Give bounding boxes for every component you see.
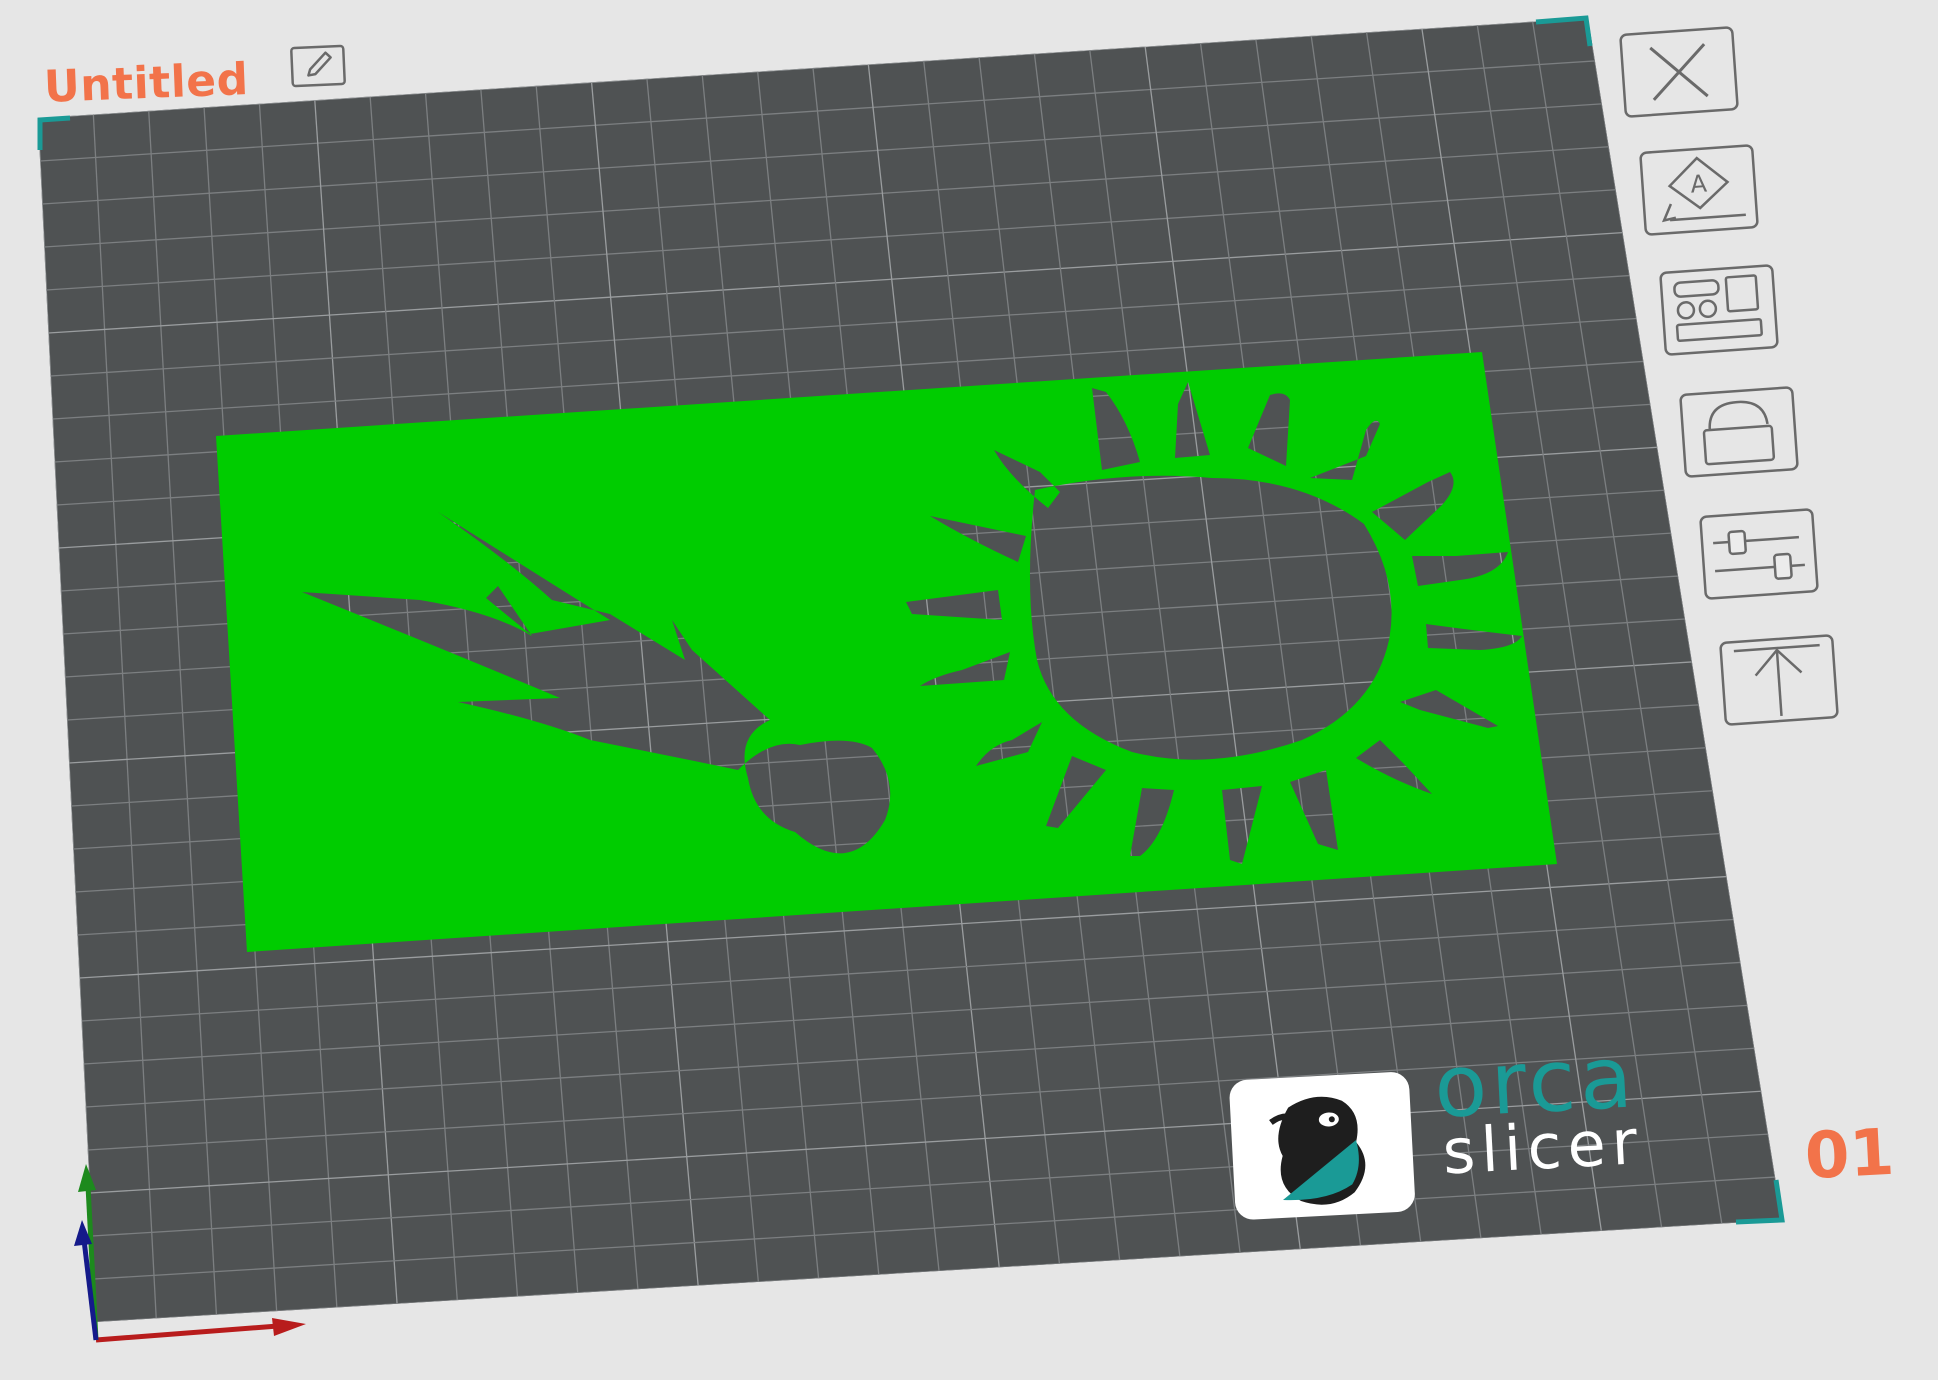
svg-text:A: A [1689,169,1708,198]
lock-button[interactable] [1677,384,1801,480]
move-plate-to-top-button[interactable] [1717,632,1841,728]
arrange-icon [1659,264,1779,356]
plate-number: 01 [1803,1115,1896,1195]
lock-icon [1679,386,1799,478]
plate-title: Untitled [43,54,250,113]
orca-whale-icon [1269,1096,1366,1205]
arrow-up-icon [1719,634,1839,726]
plate-settings-button[interactable] [1697,506,1821,602]
sliders-icon [1699,508,1819,600]
orient-icon: A [1639,144,1759,236]
edit-plate-name-button[interactable] [289,44,347,88]
orca-slicer-logo: orca slicer [1228,1027,1716,1231]
arrange-button[interactable] [1657,262,1781,358]
auto-orient-button[interactable]: A [1637,142,1761,238]
logo-text-slicer: slicer [1440,1105,1645,1189]
close-icon [1619,26,1739,118]
orca-logo-badge [1228,1071,1416,1221]
close-plate-button[interactable] [1617,24,1741,120]
pencil-icon [290,44,346,88]
